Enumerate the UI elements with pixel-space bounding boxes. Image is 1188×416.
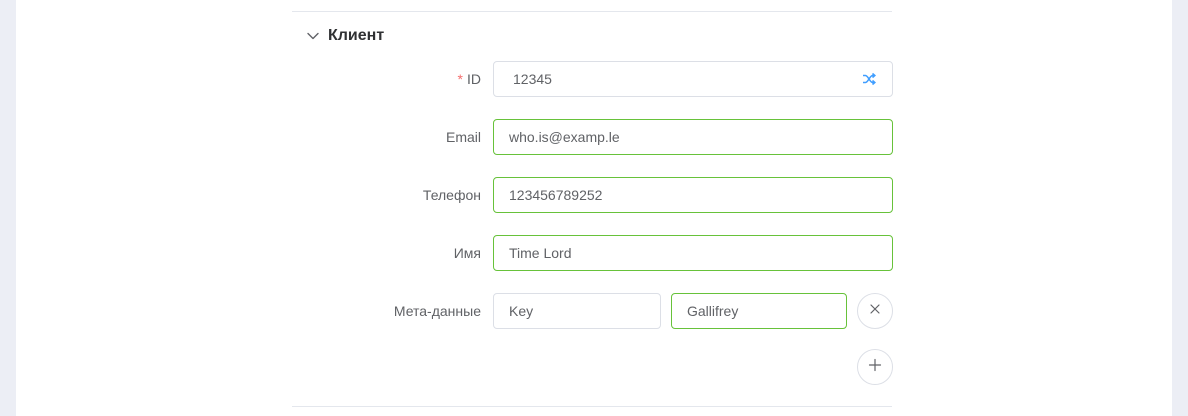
id-value: 12345 <box>513 71 552 87</box>
name-label: Имя <box>453 245 481 261</box>
id-label: * ID <box>458 61 481 97</box>
metadata-key-value: Key <box>509 303 534 319</box>
metadata-key-field[interactable]: Key <box>493 293 661 329</box>
remove-metadata-button[interactable] <box>857 293 893 329</box>
client-section-toggle[interactable]: Клиент <box>306 24 384 48</box>
close-icon <box>869 302 881 320</box>
metadata-value-field[interactable]: Gallifrey <box>671 293 847 329</box>
shuffle-icon[interactable] <box>861 71 877 87</box>
id-field[interactable]: 12345 <box>493 61 893 97</box>
phone-field[interactable]: 123456789252 <box>493 177 893 213</box>
required-mark: * <box>457 71 463 87</box>
top-divider <box>292 11 892 12</box>
email-field[interactable]: who.is@examp.le <box>493 119 893 155</box>
add-metadata-button[interactable] <box>857 349 893 385</box>
bottom-divider <box>292 406 892 407</box>
metadata-value-value: Gallifrey <box>687 303 739 319</box>
plus-icon <box>868 358 882 377</box>
id-label-text: ID <box>467 71 481 87</box>
phone-value: 123456789252 <box>509 187 603 203</box>
metadata-label: Мета-данные <box>393 303 481 319</box>
section-title: Клиент <box>328 27 385 44</box>
name-field[interactable]: Time Lord <box>493 235 893 271</box>
phone-label: Телефон <box>422 187 481 203</box>
email-value: who.is@examp.le <box>509 129 620 145</box>
chevron-down-icon <box>306 29 320 43</box>
email-label: Email <box>445 129 481 145</box>
name-value: Time Lord <box>509 245 572 261</box>
